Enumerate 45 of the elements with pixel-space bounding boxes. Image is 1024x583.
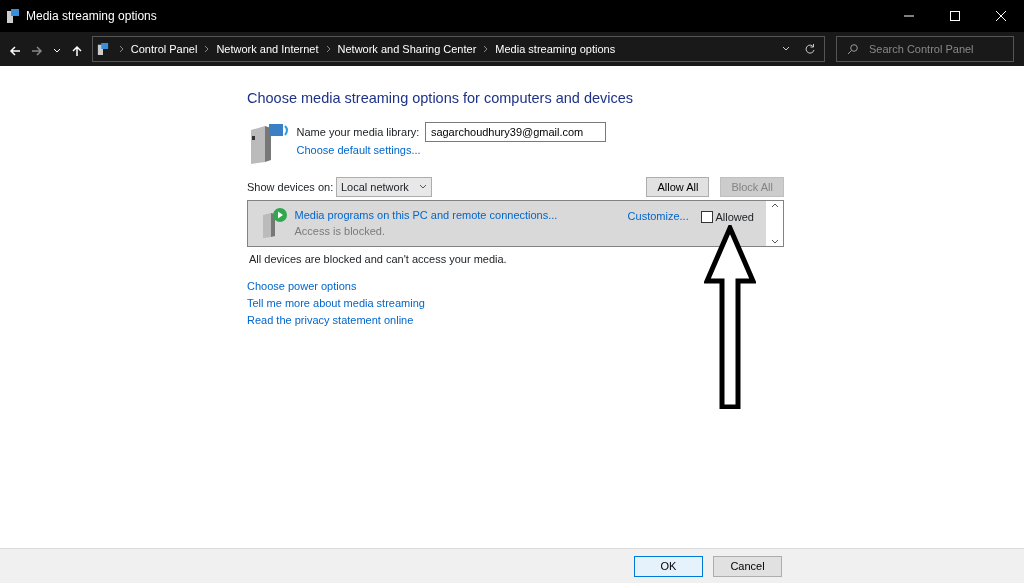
scrollbar[interactable] xyxy=(766,200,783,246)
breadcrumb-item[interactable]: Network and Sharing Center xyxy=(337,40,477,58)
caret-icon[interactable] xyxy=(782,46,790,52)
help-link[interactable]: Choose power options xyxy=(247,278,357,295)
breadcrumb-item[interactable]: Control Panel xyxy=(130,40,198,58)
allow-all-button[interactable]: Allow All xyxy=(646,176,710,197)
window-title: Media streaming options xyxy=(26,8,157,25)
refresh-icon[interactable] xyxy=(804,43,816,55)
ok-button[interactable]: OK xyxy=(634,555,703,577)
chevron-icon xyxy=(483,44,489,53)
back-arrow-icon xyxy=(9,44,21,57)
media-app-icon xyxy=(6,8,20,24)
library-name-field[interactable]: sagarchoudhury39@gmail.com xyxy=(424,121,606,142)
close-icon xyxy=(996,11,1006,21)
chevron-icon xyxy=(118,44,124,53)
network-dropdown[interactable]: Local network xyxy=(335,176,432,197)
field-label: Name your media library: xyxy=(296,124,420,140)
help-link[interactable]: Read the privacy statement online xyxy=(247,312,414,329)
breadcrumb-item[interactable]: Media streaming options xyxy=(495,40,616,58)
scroll-down-icon xyxy=(770,238,779,244)
allowed-checkbox[interactable]: Allowed xyxy=(700,208,754,225)
customize-link[interactable]: Customize... xyxy=(627,207,689,224)
field-label: Show devices on: xyxy=(247,179,334,195)
chevron-icon xyxy=(204,44,210,53)
help-link[interactable]: Tell me more about media streaming xyxy=(247,295,425,312)
media-app-icon xyxy=(97,42,109,56)
default-settings-link[interactable]: Choose default settings... xyxy=(296,143,421,156)
cancel-button[interactable]: Cancel xyxy=(713,555,782,577)
up-arrow-icon xyxy=(71,44,83,57)
chevron-icon xyxy=(325,44,331,53)
forward-arrow-icon xyxy=(31,44,43,57)
breadcrumb-item[interactable]: Network and Internet xyxy=(216,40,319,58)
address-bar[interactable]: Control Panel Network and Internet Network and Sharing Center Media streaming options xyxy=(92,36,825,62)
caret-icon xyxy=(53,47,61,54)
search-icon xyxy=(847,44,858,55)
maximize-icon xyxy=(950,11,960,21)
page-heading: Choose media streaming options for computers and devices xyxy=(247,89,635,108)
caret-icon xyxy=(418,183,427,190)
device-name-link[interactable]: Media programs on this PC and remote connections... xyxy=(294,206,558,223)
device-row[interactable]: Media programs on this PC and remote connections... Access is blocked. Customize... Allowed xyxy=(247,199,784,247)
scroll-up-icon xyxy=(770,202,779,208)
status-message: All devices are blocked and can't access your media. xyxy=(249,251,508,267)
search-field[interactable]: Search Control Panel xyxy=(836,36,1014,62)
device-status: Access is blocked. xyxy=(294,224,386,239)
device-play-icon xyxy=(261,207,289,239)
